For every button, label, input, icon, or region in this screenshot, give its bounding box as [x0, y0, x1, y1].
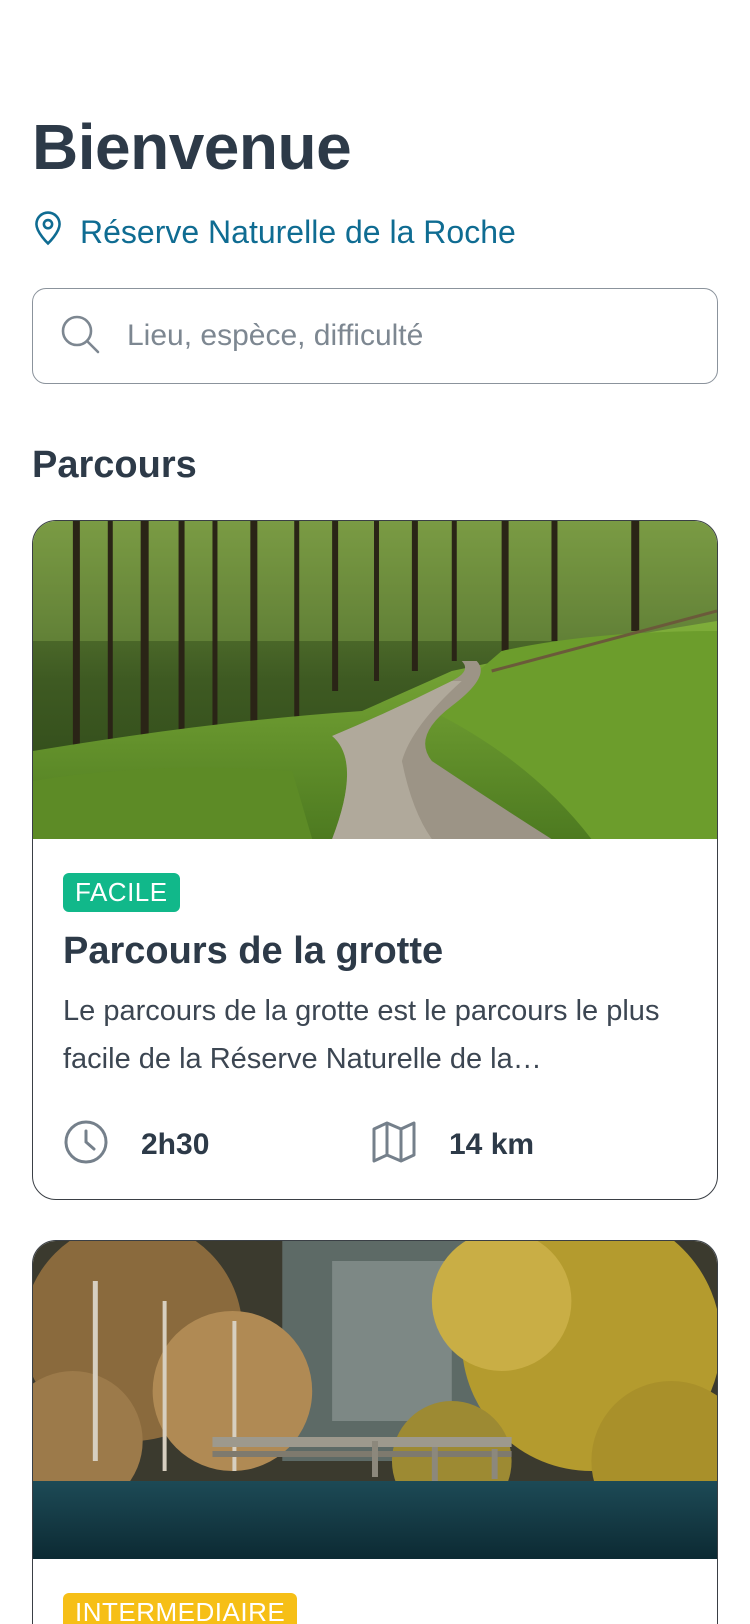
section-title-parcours: Parcours — [32, 444, 197, 486]
location-link[interactable]: Réserve Naturelle de la Roche — [32, 210, 516, 254]
search-bar[interactable] — [32, 288, 718, 384]
distance-value: 14 km — [449, 1127, 535, 1161]
forest-path-photo — [33, 521, 717, 839]
home-screen: Bienvenue Réserve Naturelle de la Roche … — [0, 0, 750, 1624]
difficulty-badge: FACILE — [63, 873, 180, 912]
difficulty-badge: INTERMEDIAIRE — [63, 1593, 298, 1624]
card-body: FACILE Parcours de la grotte Le parcours… — [33, 839, 717, 1170]
trail-card[interactable]: INTERMEDIAIRE — [32, 1240, 718, 1624]
search-input[interactable] — [127, 319, 667, 353]
map-pin-icon — [32, 210, 64, 254]
distance: 14 km — [371, 1119, 679, 1170]
card-body: INTERMEDIAIRE — [33, 1559, 717, 1624]
location-name: Réserve Naturelle de la Roche — [80, 213, 516, 250]
trail-description: Le parcours de la grotte est le parcours… — [63, 995, 660, 1075]
map-icon — [371, 1119, 417, 1170]
trail-meta: 2h30 14 km — [63, 1119, 687, 1170]
duration-value: 2h30 — [141, 1127, 210, 1161]
clock-icon — [63, 1119, 109, 1170]
lake-bridge-photo — [33, 1241, 717, 1559]
duration: 2h30 — [63, 1119, 371, 1170]
page-title: Bienvenue — [32, 111, 352, 183]
trail-card[interactable]: FACILE Parcours de la grotte Le parcours… — [32, 520, 718, 1200]
trail-title: Parcours de la grotte — [63, 930, 444, 972]
search-icon — [59, 313, 101, 360]
